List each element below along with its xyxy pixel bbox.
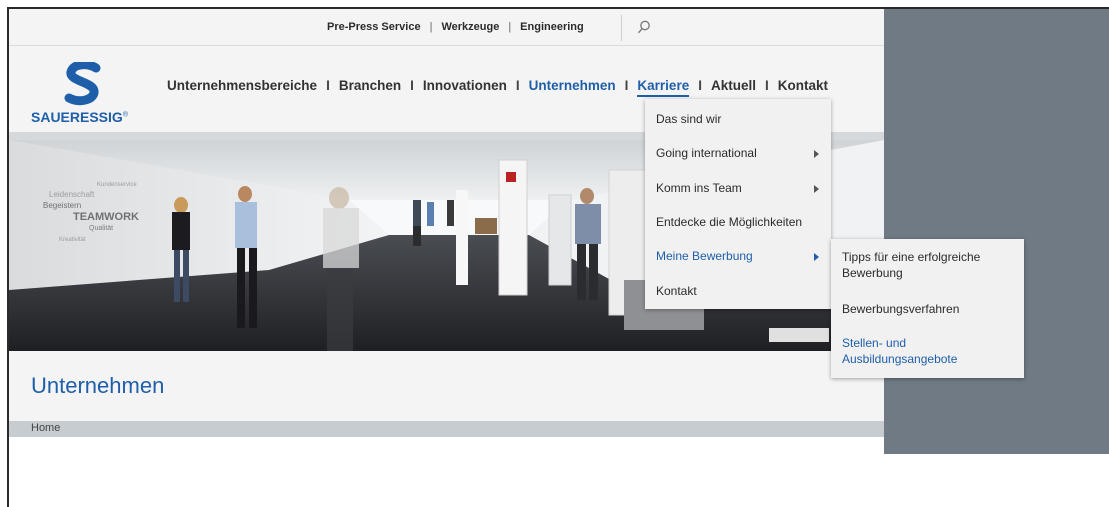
hero-word: Qualität (89, 225, 113, 232)
nav-item-unternehmen[interactable]: Unternehmen (529, 78, 616, 93)
bewerbung-submenu: Tipps für eine erfolgreiche Bewerbung Be… (831, 239, 1024, 378)
nav-separator: I (410, 78, 414, 93)
submenu-item-bewerbungsverfahren[interactable]: Bewerbungsverfahren (842, 301, 1017, 317)
dropdown-item-label: Komm ins Team (656, 181, 742, 195)
utility-separator: | (508, 21, 512, 33)
utility-link-werkzeuge[interactable]: Werkzeuge (441, 21, 499, 33)
breadcrumb-bar: Home (9, 421, 884, 437)
hero-word: Begeistern (43, 201, 81, 210)
saueressig-logo[interactable]: SAUERESSIG® (29, 56, 141, 126)
nav-separator: I (515, 78, 520, 93)
right-gray-panel (884, 8, 1109, 454)
dropdown-item-komm-ins-team[interactable]: Komm ins Team (645, 171, 831, 205)
main-navigation: Unternehmensbereiche I Branchen I Innovation… (167, 78, 828, 97)
nav-item-aktuell[interactable]: Aktuell (711, 78, 756, 93)
dropdown-item-going-international[interactable]: Going international (645, 136, 831, 170)
submenu-item-tipps[interactable]: Tipps für eine erfolgreiche Bewerbung (842, 249, 1017, 281)
browser-frame: Pre-Press Service | Werkzeuge | Engineering … (0, 0, 1109, 507)
utility-link-engineering[interactable]: Engineering (520, 21, 584, 33)
hero-word: TEAMWORK (73, 211, 139, 223)
dropdown-item-label: Das sind wir (656, 112, 722, 126)
nav-item-karriere[interactable]: Karriere (637, 78, 690, 97)
hero-word: Kundenservice (97, 182, 137, 188)
nav-item-innovationen[interactable]: Innovationen (423, 78, 507, 93)
nav-item-branchen[interactable]: Branchen (339, 78, 401, 93)
nav-separator: I (698, 78, 702, 93)
utility-separator: | (429, 21, 433, 33)
dropdown-item-das-sind-wir[interactable]: Das sind wir (645, 102, 831, 136)
page-title: Unternehmen (31, 373, 165, 398)
nav-separator: I (624, 78, 629, 93)
submenu-item-stellenangebote[interactable]: Stellen- und Ausbildungsangebote (842, 335, 1017, 367)
logo-wordmark: SAUERESSIG® (31, 109, 128, 125)
utility-bar: Pre-Press Service | Werkzeuge | Engineering (9, 9, 884, 46)
dropdown-item-meine-bewerbung[interactable]: Meine Bewerbung (645, 239, 831, 273)
karriere-dropdown-menu: Das sind wir Going international Komm in… (645, 99, 831, 309)
search-divider (621, 15, 622, 41)
search-icon[interactable] (637, 20, 651, 34)
chevron-right-icon (814, 150, 819, 158)
dropdown-item-label: Going international (656, 146, 757, 160)
dropdown-item-label: Kontakt (656, 284, 697, 298)
nav-item-unternehmensbereiche[interactable]: Unternehmensbereiche (167, 78, 317, 93)
dropdown-item-label: Entdecke die Möglichkeiten (656, 215, 803, 229)
chevron-right-icon (814, 253, 819, 261)
utility-link-prepress[interactable]: Pre-Press Service (327, 21, 421, 33)
page-title-area: Unternehmen (9, 351, 884, 421)
hero-word: Leidenschaft (49, 190, 95, 199)
utility-nav: Pre-Press Service | Werkzeuge | Engineering (327, 21, 584, 33)
logo-s-icon (64, 62, 101, 106)
chevron-right-icon (814, 185, 819, 193)
breadcrumb-home[interactable]: Home (31, 422, 60, 434)
dropdown-item-label: Meine Bewerbung (656, 249, 753, 263)
nav-separator: I (326, 78, 330, 93)
dropdown-item-kontakt[interactable]: Kontakt (645, 274, 831, 308)
nav-separator: I (765, 78, 769, 93)
hero-word: Kreativität (59, 237, 86, 243)
nav-item-kontakt[interactable]: Kontakt (778, 78, 828, 93)
dropdown-item-entdecke[interactable]: Entdecke die Möglichkeiten (645, 205, 831, 239)
